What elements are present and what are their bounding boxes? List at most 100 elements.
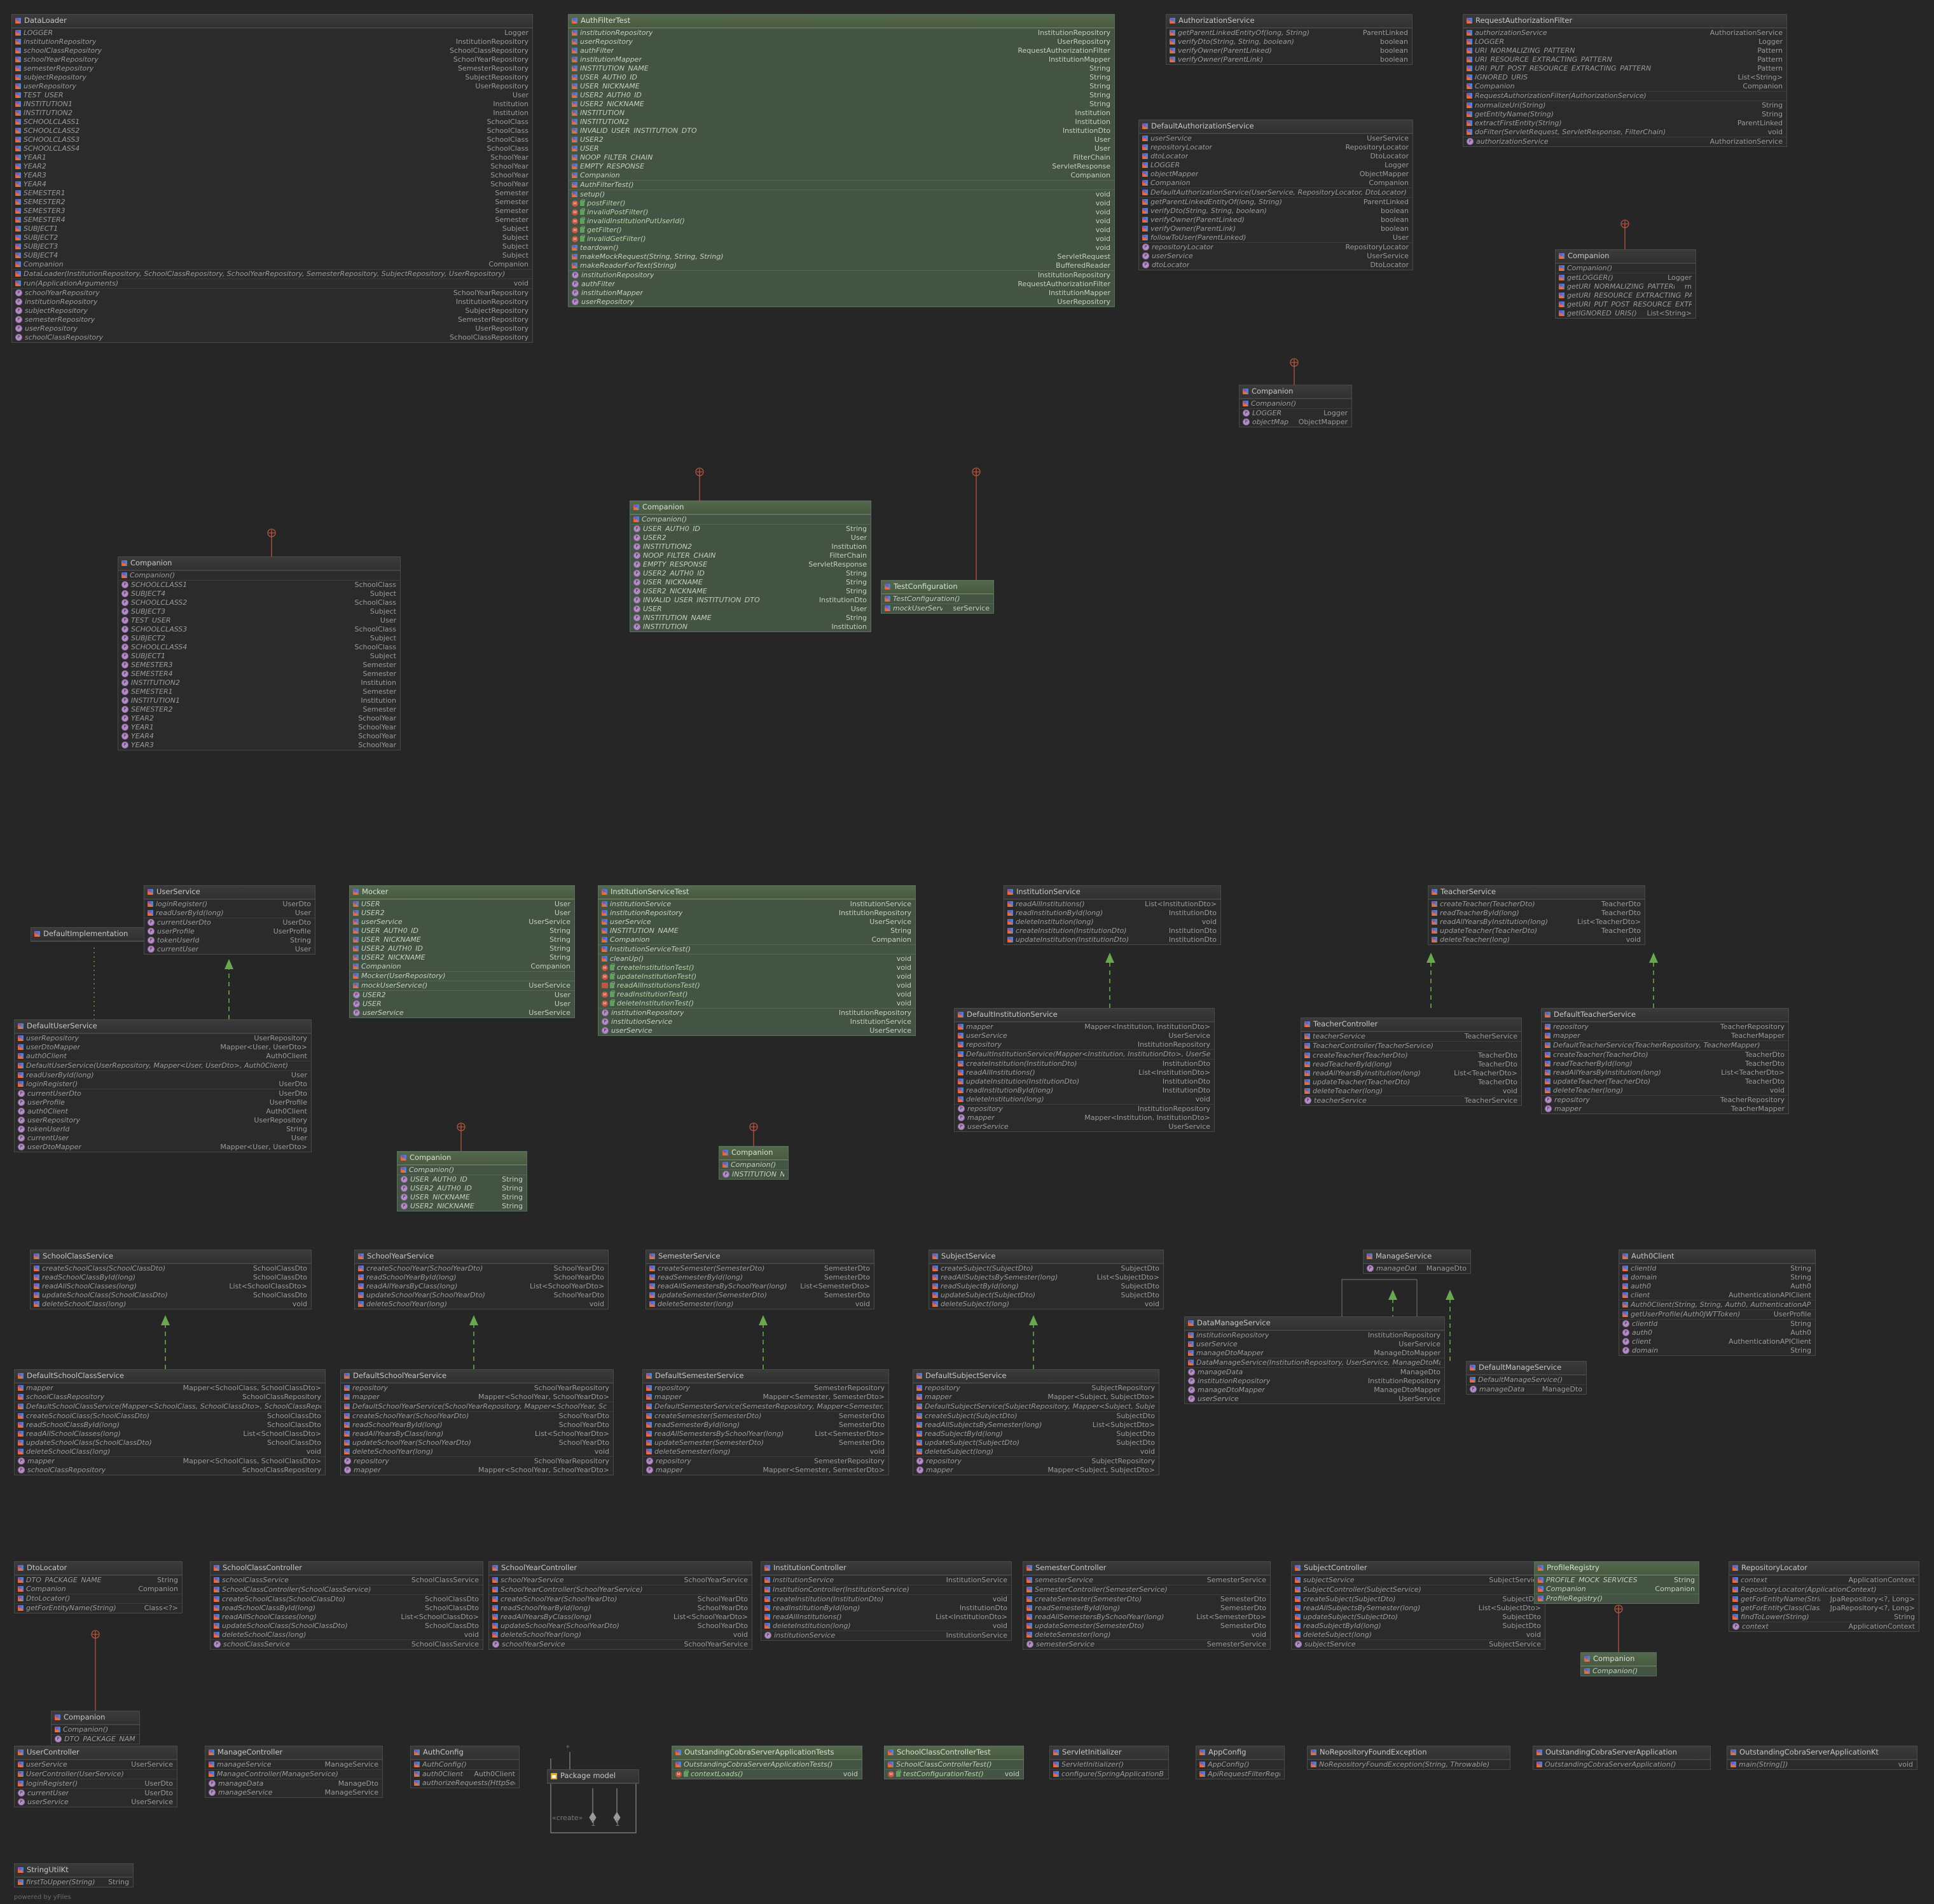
uml-class-NoRepositoryFoundException[interactable]: NoRepositoryFoundException NoRepositoryFo… xyxy=(1307,1746,1510,1770)
class-member-row[interactable]: SUBJECT3Subject xyxy=(12,242,532,251)
class-member-row[interactable]: YEAR3SchoolYear xyxy=(118,741,400,750)
class-member-row[interactable]: mapperMapper<Institution, InstitutionDto… xyxy=(955,1114,1214,1122)
uml-class-Auth0Client[interactable]: Auth0Client clientId String domain String aut… xyxy=(1619,1250,1816,1356)
class-member-row[interactable]: USER2User xyxy=(569,135,1114,144)
class-member-row[interactable]: userServiceUserService xyxy=(955,1031,1214,1040)
class-member-row[interactable]: readSchoolClassById(long) SchoolClassDto xyxy=(211,1604,483,1613)
class-member-row[interactable]: firstToUpper(String) String xyxy=(15,1878,133,1887)
class-member-row[interactable]: readAllSchoolClasses(long) List<SchoolCla… xyxy=(31,1282,311,1291)
class-member-row[interactable]: getForEntityName(String)JpaRepository<?,… xyxy=(1729,1595,1919,1604)
class-member-row[interactable]: userRepositoryUserRepository xyxy=(15,1034,311,1043)
uml-class-TestConfiguration[interactable]: TestConfiguration TestConfiguration() mock… xyxy=(881,580,994,614)
class-member-row[interactable]: objectMapperObjectMapper xyxy=(1240,418,1351,427)
class-member-row[interactable]: userRepositoryUserRepository xyxy=(15,1116,311,1125)
class-member-row[interactable]: createInstitution(InstitutionDto) Institu… xyxy=(955,1059,1214,1068)
uml-class-ManageService[interactable]: ManageServicemanageDataManageDto xyxy=(1363,1250,1471,1274)
uml-class-MockerCompanion[interactable]: CompanionCompanion()USER_AUTH0_IDStringU… xyxy=(397,1151,527,1211)
class-member-row[interactable]: SUBJECT1Subject xyxy=(118,652,400,661)
class-member-row[interactable]: Companion Companion xyxy=(12,260,532,269)
class-member-row[interactable]: readAllInstitutions() List<InstitutionDto… xyxy=(761,1613,1011,1622)
class-member-row[interactable]: userDtoMapperMapper<User, UserDto> xyxy=(15,1143,311,1152)
class-member-row[interactable]: readSemesterById(long) SemesterDto xyxy=(643,1421,888,1430)
class-member-row[interactable]: schoolYearRepositorySchoolYearRepository xyxy=(12,289,532,298)
class-header-DataLoaderCompanion[interactable]: Companion xyxy=(118,557,400,570)
class-member-row[interactable]: readSubjectById(long) SubjectDto xyxy=(913,1430,1159,1438)
class-member-row[interactable]: DataLoader(InstitutionRepository, School… xyxy=(12,270,532,279)
uml-class-InstitutionService[interactable]: InstitutionService readAllInstitutions() L… xyxy=(1004,885,1221,945)
class-member-row[interactable]: repositoryLocatorRepositoryLocator xyxy=(1139,143,1413,152)
class-member-row[interactable]: authorizationServiceAuthorizationService xyxy=(1463,137,1786,146)
class-member-row[interactable]: SEMESTER4Semester xyxy=(118,670,400,679)
class-member-row[interactable]: SCHOOLCLASS2SchoolClass xyxy=(12,127,532,135)
class-member-row[interactable]: USER_AUTH0_IDString xyxy=(397,1175,527,1184)
class-member-row[interactable]: invalidPostFilter()void xyxy=(569,207,1114,217)
class-member-row[interactable]: readAllYearsByInstitution(long) List<Teac… xyxy=(1542,1068,1788,1077)
class-member-row[interactable]: createTeacher(TeacherDto) TeacherDto xyxy=(1428,900,1645,909)
class-member-row[interactable]: auth0ClientAuth0Client xyxy=(15,1052,311,1061)
class-member-row[interactable]: readTeacherById(long) TeacherDto xyxy=(1301,1060,1521,1069)
class-member-row[interactable]: INSTITUTIONInstitution xyxy=(630,623,871,631)
class-member-row[interactable]: INVALID_USER_INSTITUTION_DTOInstitutionD… xyxy=(569,127,1114,135)
class-member-row[interactable]: deleteSchoolYear(long) void xyxy=(355,1300,608,1309)
class-header-RequestAuthorizationFilter[interactable]: RequestAuthorizationFilter xyxy=(1463,15,1786,28)
class-member-row[interactable]: RepositoryLocator(ApplicationContext) xyxy=(1729,1585,1919,1594)
class-member-row[interactable]: readAllYearsByInstitution(long) List<Teac… xyxy=(1301,1069,1521,1078)
class-member-row[interactable]: Mocker(UserRepository) xyxy=(350,972,574,981)
class-member-row[interactable]: mockUserService()serService xyxy=(881,604,993,613)
class-header-AppConfig[interactable]: AppConfig xyxy=(1196,1746,1284,1760)
class-header-DefaultInstitutionService[interactable]: DefaultInstitutionService xyxy=(955,1009,1214,1022)
class-member-row[interactable]: deleteSchoolClass(long) void xyxy=(211,1631,483,1639)
class-member-row[interactable]: SCHOOLCLASS4SchoolClass xyxy=(12,144,532,153)
class-member-row[interactable]: Companion Companion xyxy=(1463,82,1786,91)
package-node-model[interactable]: Package model xyxy=(547,1769,639,1784)
class-member-row[interactable]: updateInstitution(InstitutionDto) Institu… xyxy=(955,1077,1214,1086)
class-member-row[interactable]: auth0Auth0 xyxy=(1619,1282,1815,1291)
class-member-row[interactable]: SchoolClassControllerTest() xyxy=(885,1760,1023,1769)
class-member-row[interactable]: NOOP_FILTER_CHAINFilterChain xyxy=(569,153,1114,162)
class-member-row[interactable]: deleteTeacher(long) void xyxy=(1428,935,1645,944)
class-member-row[interactable]: cleanUp() void xyxy=(598,955,915,963)
class-member-row[interactable]: teacherServiceTeacherService xyxy=(1301,1096,1521,1105)
class-member-row[interactable]: getIGNORED_URIS() List<String> xyxy=(1556,309,1696,318)
class-member-row[interactable]: deleteSchoolYear(long) void xyxy=(489,1631,752,1639)
class-member-row[interactable]: clientAuthenticationAPIClient xyxy=(1619,1291,1815,1300)
class-member-row[interactable]: INSTITUTION_NAMEString xyxy=(630,614,871,623)
class-member-row[interactable]: schoolClassRepositorySchoolClassReposito… xyxy=(12,46,532,55)
class-member-row[interactable]: deleteInstitutionTest()void xyxy=(598,998,915,1008)
uml-class-SemesterService[interactable]: SemesterService createSemester(SemesterDt… xyxy=(646,1250,874,1309)
class-member-row[interactable]: updateSchoolYear(SchoolYearDto) SchoolYea… xyxy=(355,1291,608,1300)
class-member-row[interactable]: createSchoolYear(SchoolYearDto) SchoolYea… xyxy=(341,1412,613,1421)
class-member-row[interactable]: contextApplicationContext xyxy=(1729,1622,1919,1631)
class-member-row[interactable]: AuthFilterTest() xyxy=(569,181,1114,190)
class-member-row[interactable]: readAllSemestersBySchoolYear(long) List<S… xyxy=(1023,1613,1270,1622)
class-member-row[interactable]: institutionRepositoryInstitutionReposito… xyxy=(12,298,532,307)
class-member-row[interactable]: deleteSchoolClass(long) void xyxy=(31,1300,311,1309)
class-member-row[interactable]: readAllYearsByClass(long) List<SchoolYear… xyxy=(341,1430,613,1438)
class-member-row[interactable]: readAllSubjectsBySemester(long) List<Subj… xyxy=(929,1273,1163,1282)
class-member-row[interactable]: setup() void xyxy=(569,190,1114,199)
class-member-row[interactable]: readSchoolClassById(long) SchoolClassDto xyxy=(31,1273,311,1282)
class-member-row[interactable]: INSTITUTION2Institution xyxy=(569,118,1114,127)
class-member-row[interactable]: repositorySubjectRepository xyxy=(913,1457,1159,1466)
class-member-row[interactable]: userRepositoryUserRepository xyxy=(569,298,1114,307)
class-member-row[interactable]: SubjectController(SubjectService) xyxy=(1292,1585,1545,1594)
class-member-row[interactable]: updateSchoolClass(SchoolClassDto) SchoolC… xyxy=(15,1438,325,1447)
class-member-row[interactable]: objectMapperObjectMapper xyxy=(1139,170,1413,179)
class-member-row[interactable]: institutionRepositoryInstitutionReposito… xyxy=(1185,1377,1444,1386)
class-member-row[interactable]: EMPTY_RESPONSEServletResponse xyxy=(569,162,1114,171)
class-member-row[interactable]: USERUser xyxy=(350,1000,574,1009)
class-member-row[interactable]: createSchoolYear(SchoolYearDto) SchoolYea… xyxy=(355,1264,608,1273)
class-member-row[interactable]: USERUser xyxy=(630,605,871,614)
class-member-row[interactable]: run(ApplicationArguments) void xyxy=(12,279,532,288)
class-member-row[interactable]: DefaultTeacherService(TeacherRepository,… xyxy=(1542,1041,1788,1050)
class-member-row[interactable]: Companion Companion xyxy=(350,962,574,971)
class-member-row[interactable]: getForEntityClass(Class<?>)JpaRepository… xyxy=(1729,1604,1919,1613)
uml-class-DefaultInstitutionService[interactable]: DefaultInstitutionService mapper Mapper<In… xyxy=(954,1008,1215,1132)
class-member-row[interactable]: makeReaderForText(String) BufferedReader xyxy=(569,261,1114,270)
class-member-row[interactable]: userServiceUserService xyxy=(15,1760,177,1769)
class-member-row[interactable]: InstitutionController(InstitutionService… xyxy=(761,1585,1011,1594)
class-member-row[interactable]: subjectRepositorySubjectRepository xyxy=(12,73,532,82)
uml-class-DefaultSchoolYearService[interactable]: DefaultSchoolYearService repository School… xyxy=(340,1369,614,1475)
class-member-row[interactable]: SUBJECT4Subject xyxy=(118,590,400,598)
uml-class-DefaultSubjectService[interactable]: DefaultSubjectService repository SubjectRe… xyxy=(913,1369,1159,1475)
